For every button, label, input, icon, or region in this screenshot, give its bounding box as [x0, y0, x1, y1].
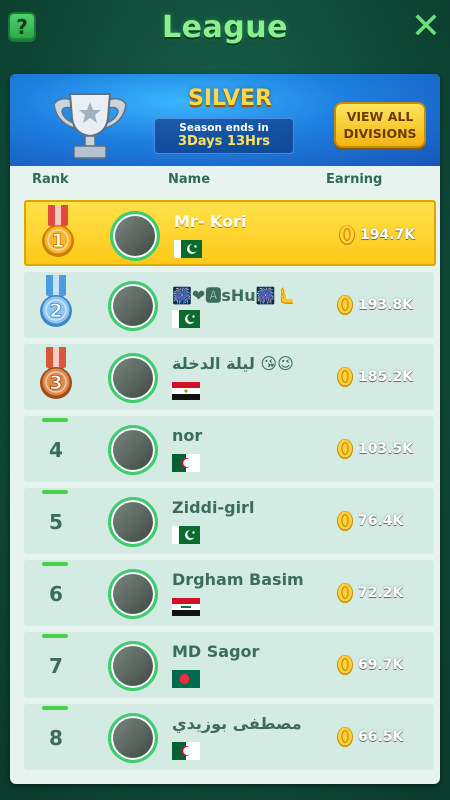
close-button[interactable]: ✕: [410, 9, 442, 45]
rank-medal-icon: 2: [40, 275, 72, 327]
earning-value: 103.5K: [358, 441, 414, 457]
earning: 185.2K: [336, 366, 413, 388]
rank-change-indicator: [42, 562, 68, 566]
close-x-icon: ✕: [410, 6, 442, 47]
avatar[interactable]: [108, 425, 158, 475]
rank-medal-icon: 3: [40, 347, 72, 399]
earning-column-header: Earning: [326, 172, 383, 187]
column-headers: Rank Name Earning: [10, 172, 440, 192]
coin-icon: [337, 295, 353, 315]
player-name: nor: [172, 426, 203, 445]
avatar[interactable]: [108, 713, 158, 763]
algeria-flag-icon: [172, 742, 200, 760]
pakistan-flag-icon: [174, 240, 202, 258]
view-all-label-line1: VIEW ALL: [346, 109, 414, 124]
earning-value: 69.7K: [358, 657, 404, 673]
coin-icon: [337, 367, 353, 387]
algeria-flag-icon: [172, 454, 200, 472]
rank-medal-icon: 1: [42, 205, 74, 257]
iraq-flag-icon: [172, 598, 200, 616]
player-row[interactable]: 4 nor 103.5K: [24, 416, 434, 482]
pakistan-flag-icon: [172, 526, 200, 544]
player-row[interactable]: 8 مصطفى بوزيدي 66.5K: [24, 704, 434, 770]
avatar[interactable]: [108, 641, 158, 691]
rank-number: 3: [49, 372, 62, 394]
view-all-divisions-button[interactable]: VIEW ALL DIVISIONS: [334, 102, 426, 148]
player-name: مصطفى بوزيدي: [172, 714, 302, 733]
player-name: Mr- Kori: [174, 212, 247, 231]
rank-number: 6: [49, 582, 63, 606]
coin-icon: [337, 439, 353, 459]
rank-number: 2: [49, 300, 62, 322]
avatar[interactable]: [108, 497, 158, 547]
earning: 103.5K: [336, 438, 413, 460]
egypt-flag-icon: [172, 382, 200, 400]
rank-change-indicator: [42, 634, 68, 638]
player-row[interactable]: 2 🎆❤🅰sHu🎆🫷 193.8K: [24, 272, 434, 338]
earning-value: 185.2K: [358, 369, 414, 385]
pakistan-flag-icon: [172, 310, 200, 328]
coin-icon: [339, 225, 355, 245]
name-column-header: Name: [168, 172, 211, 187]
earning: 69.7K: [336, 654, 403, 676]
avatar[interactable]: [108, 353, 158, 403]
rank-column-header: Rank: [32, 172, 69, 187]
rank-number: 1: [51, 230, 64, 252]
earning-value: 193.8K: [358, 297, 414, 313]
earning: 72.2K: [336, 582, 403, 604]
earning: 194.7K: [338, 224, 415, 246]
player-row[interactable]: 5 Ziddi-girl 76.4K: [24, 488, 434, 554]
coin-icon: [337, 727, 353, 747]
coin-icon: [337, 511, 353, 531]
rank-change-indicator: [42, 490, 68, 494]
rank-number: 4: [49, 438, 63, 462]
rank-number: 5: [49, 510, 63, 534]
earning-value: 194.7K: [360, 227, 416, 243]
page-title: League: [162, 10, 288, 45]
earning-value: 72.2K: [358, 585, 404, 601]
avatar[interactable]: [108, 569, 158, 619]
earning: 76.4K: [336, 510, 403, 532]
division-name: SILVER: [187, 86, 272, 111]
earning: 193.8K: [336, 294, 413, 316]
earning: 66.5K: [336, 726, 403, 748]
season-label: Season ends in: [179, 122, 269, 134]
my-player-row[interactable]: 1 Mr- Kori 194.7K: [24, 200, 436, 266]
player-row[interactable]: 7 MD Sagor 69.7K: [24, 632, 434, 698]
league-panel: SILVER Season ends in 3Days 13Hrs VIEW A…: [10, 74, 440, 784]
player-name: MD Sagor: [172, 642, 260, 661]
top-bar: ? League ✕: [0, 0, 450, 56]
player-name: Ziddi-girl: [172, 498, 255, 517]
avatar[interactable]: [108, 281, 158, 331]
coin-icon: [337, 655, 353, 675]
coin-icon: [337, 583, 353, 603]
earning-value: 76.4K: [358, 513, 404, 529]
player-name: 🎆❤🅰sHu🎆🫷: [172, 286, 296, 305]
player-name: ليلة الدخلة 😘😉: [172, 354, 294, 373]
trophy-icon: [53, 93, 127, 159]
rank-number: 7: [49, 654, 63, 678]
player-row[interactable]: 6 Drgham Basim 72.2K: [24, 560, 434, 626]
player-row[interactable]: 3 ليلة الدخلة 😘😉 185.2K: [24, 344, 434, 410]
earning-value: 66.5K: [358, 729, 404, 745]
season-timer: Season ends in 3Days 13Hrs: [154, 118, 294, 154]
view-all-label-line2: DIVISIONS: [343, 126, 417, 141]
rank-number: 8: [49, 726, 63, 750]
rank-change-indicator: [42, 418, 68, 422]
avatar[interactable]: [110, 211, 160, 261]
season-countdown: 3Days 13Hrs: [177, 134, 271, 149]
rank-change-indicator: [42, 706, 68, 710]
bangladesh-flag-icon: [172, 670, 200, 688]
division-banner: SILVER Season ends in 3Days 13Hrs VIEW A…: [10, 74, 440, 166]
player-name: Drgham Basim: [172, 570, 304, 589]
